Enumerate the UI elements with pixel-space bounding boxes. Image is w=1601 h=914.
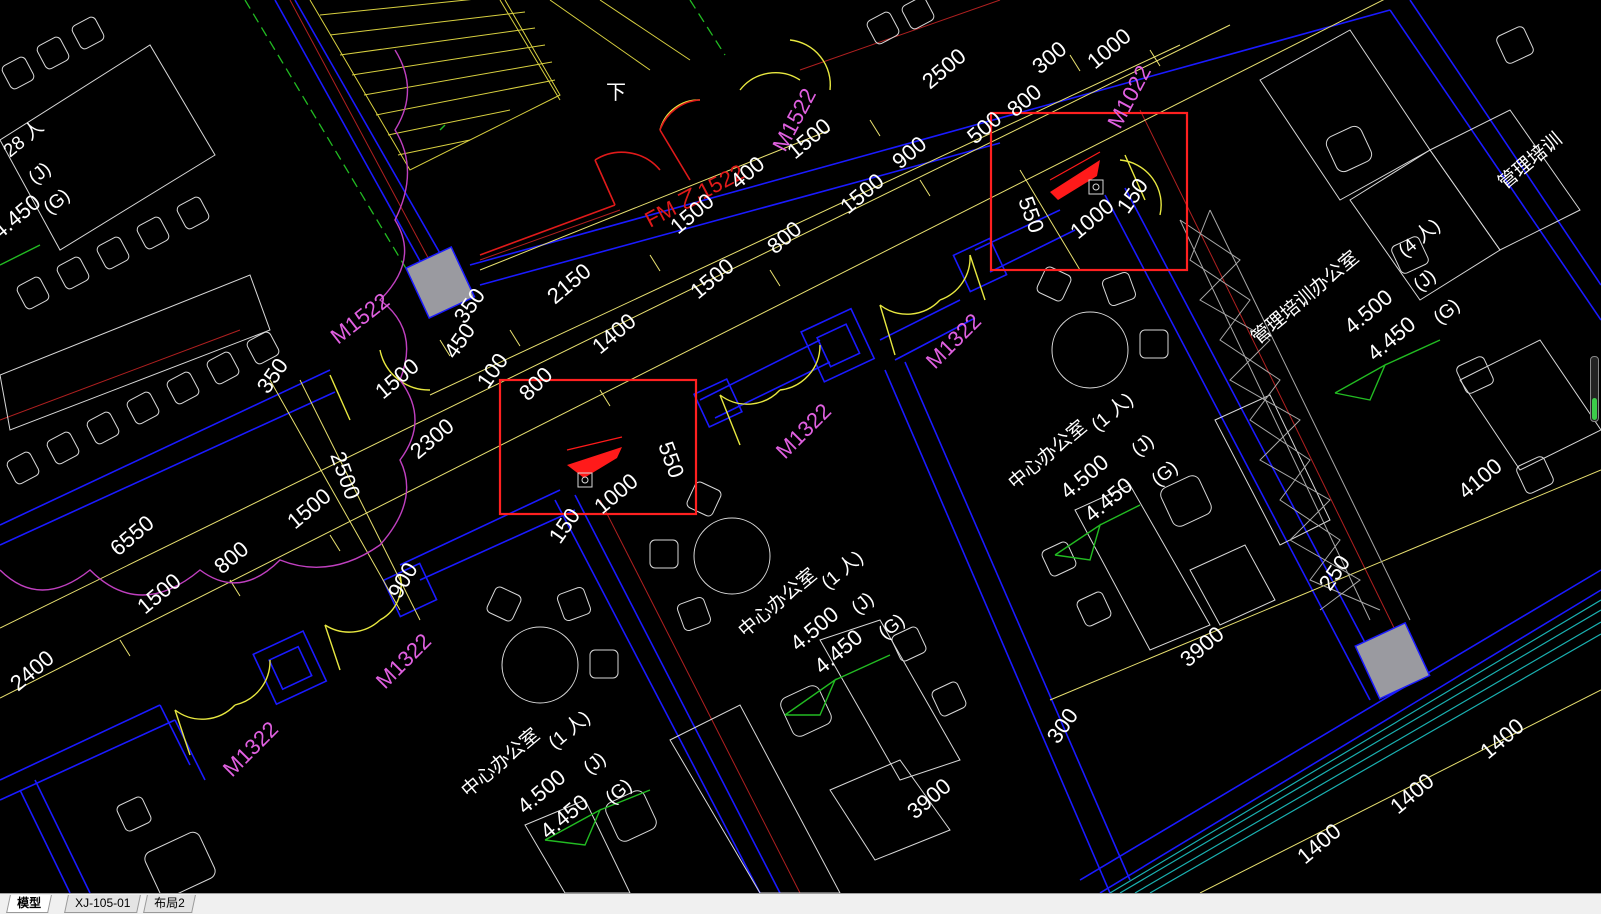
tab-layout2-label: 布局2 bbox=[154, 896, 185, 910]
room-tag-office-c: 中心办公室 (1 人) (J) 4.500 4.450 (G) bbox=[457, 706, 636, 843]
room-people: (1 人) bbox=[544, 706, 595, 753]
dim-2500-left: 2500 bbox=[325, 448, 365, 503]
door-label-m1022: M1022 bbox=[1102, 61, 1156, 132]
dim-550-box: 550 bbox=[653, 438, 689, 481]
door-label-m1322-c: M1322 bbox=[371, 628, 436, 693]
dim-1000-box: 1000 bbox=[589, 468, 643, 519]
dim-1400-mid: 1400 bbox=[587, 308, 641, 359]
dim-1500-g: 1500 bbox=[132, 568, 186, 619]
room-j: (J) bbox=[580, 749, 610, 779]
dim-300-bottom: 300 bbox=[1042, 703, 1084, 747]
dim-350-left: 350 bbox=[252, 353, 294, 397]
dim-1000-top: 1000 bbox=[1082, 23, 1136, 74]
dim-100: 100 bbox=[472, 348, 514, 392]
room-tag-meeting-left: 28 人 (J) 4.450 (G) bbox=[0, 116, 74, 244]
room-g: (G) bbox=[602, 775, 637, 809]
green-dashed-lines bbox=[244, 0, 726, 276]
dim-2500-top: 2500 bbox=[917, 43, 971, 94]
dim-150-tr: 150 bbox=[1112, 173, 1154, 217]
door-label-m1322-b: M1322 bbox=[771, 398, 836, 463]
dim-4100: 4100 bbox=[1453, 453, 1507, 504]
room-people: (1 人) bbox=[1087, 388, 1138, 435]
tab-layout2[interactable]: 布局2 bbox=[143, 895, 196, 913]
room-j: (J) bbox=[1128, 431, 1158, 461]
room-people: (1 人) bbox=[817, 546, 868, 593]
dim-2400: 2400 bbox=[5, 645, 59, 696]
tab-model-label: 模型 bbox=[17, 896, 42, 910]
dim-450: 450 bbox=[439, 318, 481, 362]
room-g: (G) bbox=[1430, 295, 1465, 329]
room-people: (4 人) bbox=[1394, 214, 1445, 261]
dim-800-left: 800 bbox=[209, 536, 253, 579]
room-tag-right-edge: 管理培训 bbox=[1494, 128, 1566, 194]
zoom-indicator[interactable] bbox=[1590, 356, 1599, 422]
zoom-indicator-thumb[interactable] bbox=[1592, 398, 1597, 420]
highlight-box-right[interactable] bbox=[989, 111, 1189, 272]
dim-1400-b3: 1400 bbox=[1475, 713, 1529, 764]
dim-2300: 2300 bbox=[405, 413, 459, 464]
tab-model[interactable]: 模型 bbox=[6, 895, 52, 913]
room-tag-office-a: 中心办公室 (1 人) (J) 4.500 4.450 (G) bbox=[734, 546, 909, 678]
dim-1500-d: 1500 bbox=[685, 253, 739, 304]
room-j: (J) bbox=[848, 589, 878, 619]
tab-xj-105-01[interactable]: XJ-105-01 bbox=[64, 895, 142, 913]
axis-lines bbox=[0, 0, 1401, 893]
room-elev: 4.450 bbox=[0, 189, 45, 244]
dim-6550: 6550 bbox=[105, 510, 159, 561]
cad-model-viewport[interactable]: 下 FM 乙1522 M1522 M1522 M1022 M1322 M1322… bbox=[0, 0, 1601, 893]
room-j: (J) bbox=[25, 159, 55, 189]
door-label-m1522-left: M1522 bbox=[326, 288, 394, 349]
room-g: (G) bbox=[875, 610, 910, 644]
dim-1500-e: 1500 bbox=[370, 353, 424, 404]
floor-plan-drawing[interactable]: 下 FM 乙1522 M1522 M1522 M1022 M1322 M1322… bbox=[0, 0, 1601, 893]
dim-1000-tr: 1000 bbox=[1065, 193, 1119, 244]
room-people: 28 人 bbox=[0, 116, 48, 162]
dim-150-box: 150 bbox=[544, 503, 586, 547]
room-name: 管理培训办公室 bbox=[1247, 246, 1363, 348]
dim-300: 300 bbox=[1027, 36, 1071, 79]
room-g: (G) bbox=[40, 185, 75, 219]
layout-tab-bar: 模型 XJ-105-01 布局2 bbox=[0, 893, 1601, 914]
dim-3900-a: 3900 bbox=[902, 773, 956, 824]
room-tag-office-b: 中心办公室 (1 人) (J) 4.500 4.450 (G) bbox=[1004, 388, 1182, 526]
room-g: (G) bbox=[1148, 457, 1183, 491]
door-label-m1322-d: M1322 bbox=[218, 716, 283, 781]
tab-xj-105-01-label: XJ-105-01 bbox=[75, 896, 131, 910]
dim-900: 900 bbox=[887, 131, 931, 174]
dim-800-box: 800 bbox=[514, 362, 558, 406]
dim-1500-f: 1500 bbox=[282, 483, 336, 534]
stair-direction-label: 下 bbox=[606, 82, 626, 104]
elevation-markers bbox=[0, 124, 1441, 846]
dim-1400-b1: 1400 bbox=[1292, 818, 1346, 869]
